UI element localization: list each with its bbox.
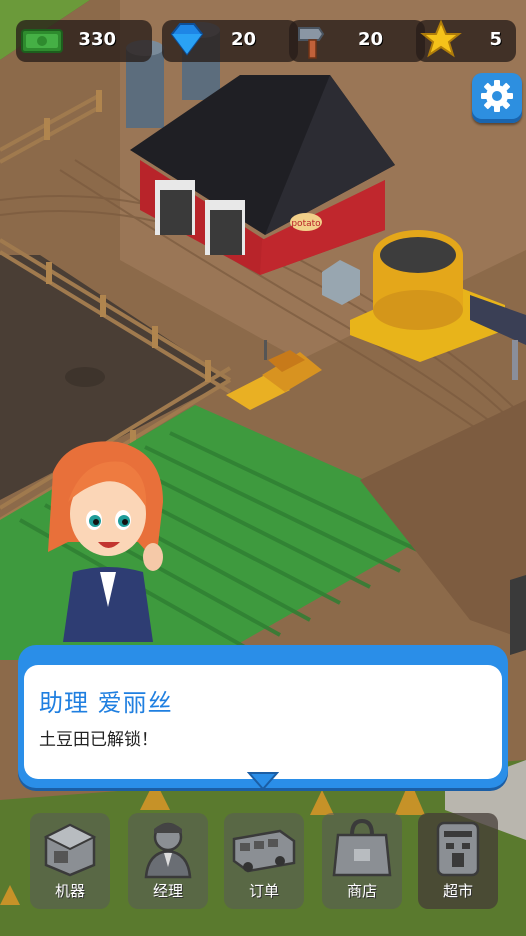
nav-shop-button[interactable]: 商店 — [322, 813, 402, 909]
nav-manager-button[interactable]: 经理 — [128, 813, 208, 909]
nav-supermarket-label: 超市 — [442, 882, 473, 900]
nav-orders-label: 订单 — [248, 882, 279, 900]
nav-supermarket-button[interactable]: 超市 — [418, 813, 498, 909]
gear-icon — [481, 80, 513, 112]
dialog-next-arrow-icon[interactable] — [247, 771, 279, 791]
hammer-counter: 20 — [289, 20, 425, 62]
settings-button[interactable] — [472, 73, 522, 123]
dialog-box[interactable]: 助理 爱丽丝 土豆田已解锁！ — [18, 645, 508, 791]
supermarket-icon — [436, 821, 480, 877]
nav-shop-label: 商店 — [346, 882, 377, 900]
hammer-value: 20 — [357, 29, 383, 50]
star-value: 5 — [489, 29, 502, 50]
nav-machine-button[interactable]: 机器 — [30, 813, 110, 909]
truck-icon — [232, 829, 296, 873]
gem-value: 20 — [230, 29, 256, 50]
shopping-bag-icon — [332, 818, 392, 877]
nav-orders-button[interactable]: 订单 — [224, 813, 304, 909]
cash-counter: 330 — [16, 20, 152, 62]
manager-icon — [144, 822, 192, 879]
dialog-speaker-name: 助理 爱丽丝 — [39, 689, 173, 717]
assistant-avatar — [48, 441, 163, 642]
dialog-content: 助理 爱丽丝 土豆田已解锁！ — [24, 665, 502, 779]
gem-counter: 20 — [162, 20, 298, 62]
star-counter: 5 — [416, 19, 516, 62]
cash-value: 330 — [78, 29, 116, 50]
nav-machine-label: 机器 — [54, 882, 85, 900]
dialog-message: 土豆田已解锁！ — [39, 730, 158, 750]
machine-icon — [43, 823, 97, 877]
barn-sign: potato — [291, 219, 321, 229]
nav-manager-label: 经理 — [152, 882, 183, 900]
